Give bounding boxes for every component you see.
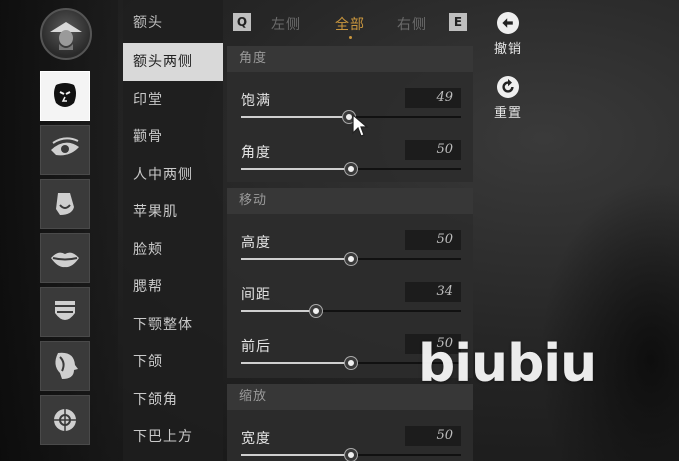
slider-label: 高度 <box>241 235 271 251</box>
tab-left[interactable]: 左侧 <box>271 14 301 34</box>
reset-button[interactable]: 重置 <box>490 76 526 121</box>
mouth-icon <box>51 252 79 268</box>
slider-fill <box>241 454 351 456</box>
slider-value-field[interactable]: 50 <box>405 140 461 160</box>
jaw-icon <box>55 301 75 320</box>
tab-all[interactable]: 全部 <box>335 14 365 34</box>
section-title: 角度 <box>227 46 473 72</box>
side-tab-bar: Q 左侧 全部 右侧 E <box>227 8 473 39</box>
slider-label: 宽度 <box>241 431 271 447</box>
next-tab-key[interactable]: E <box>449 13 467 31</box>
eye-icon <box>51 137 79 156</box>
head-profile-icon <box>55 352 78 379</box>
subcategory-item[interactable]: 脸颊 <box>123 231 223 269</box>
slider-value-field[interactable]: 34 <box>405 282 461 302</box>
slider-row: 角度 50 <box>227 140 473 194</box>
slider-fill <box>241 310 316 312</box>
slider-label: 间距 <box>241 287 271 303</box>
slider-row: 饱满 49 <box>227 88 473 142</box>
subcategory-item[interactable]: 额头两侧 <box>123 43 223 81</box>
subcategory-item[interactable]: 下颌 <box>123 343 223 381</box>
active-tab-indicator <box>349 36 352 39</box>
slider-track[interactable] <box>241 111 461 123</box>
slider-row: 宽度 50 <box>227 426 473 461</box>
part-button-nose[interactable] <box>40 179 90 229</box>
subcategory-list: 额头 额头两侧 印堂 颧骨 人中两侧 苹果肌 脸颊 腮帮 下颚整体 下颌 下颌角 下巴上方 <box>123 0 223 461</box>
slider-track[interactable] <box>241 305 461 317</box>
slider-track[interactable] <box>241 253 461 265</box>
part-icon-column <box>0 0 118 461</box>
slider-label: 饱满 <box>241 93 271 109</box>
slider-section: 缩放 宽度 50 <box>227 384 473 461</box>
reset-label: 重置 <box>493 106 522 121</box>
slider-track[interactable] <box>241 449 461 461</box>
undo-label: 撤销 <box>493 42 522 57</box>
slider-value-field[interactable]: 49 <box>405 88 461 108</box>
subcategory-item[interactable]: 腮帮 <box>123 268 223 306</box>
slider-value-field[interactable]: 50 <box>405 230 461 250</box>
slider-knob[interactable] <box>345 449 357 461</box>
undo-icon <box>497 12 519 34</box>
part-button-ear[interactable] <box>40 395 90 445</box>
slider-knob[interactable] <box>342 111 355 123</box>
subcategory-item[interactable]: 苹果肌 <box>123 193 223 231</box>
slider-fill <box>241 258 351 260</box>
subcategory-item[interactable]: 印堂 <box>123 81 223 119</box>
slider-fill <box>241 362 351 364</box>
watermark-logo: biubiu <box>418 334 597 394</box>
nose-icon <box>56 193 74 215</box>
part-button-head-profile[interactable] <box>40 341 90 391</box>
slider-fill <box>241 168 351 170</box>
subcategory-item[interactable]: 人中两侧 <box>123 156 223 194</box>
section-title: 移动 <box>227 188 473 214</box>
slider-knob[interactable] <box>309 305 322 317</box>
subcategory-item[interactable]: 颧骨 <box>123 118 223 156</box>
hat-portrait-icon <box>50 22 82 50</box>
slider-row: 高度 50 <box>227 230 473 284</box>
slider-fill <box>241 116 349 118</box>
reset-icon <box>497 76 519 98</box>
part-button-face-mask[interactable] <box>40 71 90 121</box>
undo-button[interactable]: 撤销 <box>490 12 526 57</box>
ear-icon <box>54 409 76 431</box>
part-button-jaw[interactable] <box>40 287 90 337</box>
slider-label: 角度 <box>241 145 271 161</box>
subcategory-item[interactable]: 下颚整体 <box>123 306 223 344</box>
slider-knob[interactable] <box>345 163 357 175</box>
character-avatar[interactable] <box>40 8 92 60</box>
slider-knob[interactable] <box>345 357 357 369</box>
part-button-eye[interactable] <box>40 125 90 175</box>
slider-track[interactable] <box>241 163 461 175</box>
part-button-mouth[interactable] <box>40 233 90 283</box>
subcategory-item[interactable]: 下颌角 <box>123 381 223 419</box>
slider-value-field[interactable]: 50 <box>405 426 461 446</box>
tab-right[interactable]: 右侧 <box>397 14 427 34</box>
background-wisp <box>539 180 679 461</box>
subcategory-header: 额头 <box>133 15 163 31</box>
slider-knob[interactable] <box>345 253 357 265</box>
prev-tab-key[interactable]: Q <box>233 13 251 31</box>
subcategory-item[interactable]: 下巴上方 <box>123 418 223 456</box>
slider-row: 间距 34 <box>227 282 473 336</box>
slider-section: 角度 饱满 49 角度 50 <box>227 46 473 182</box>
slider-label: 前后 <box>241 339 271 355</box>
face-mask-icon <box>54 83 76 107</box>
